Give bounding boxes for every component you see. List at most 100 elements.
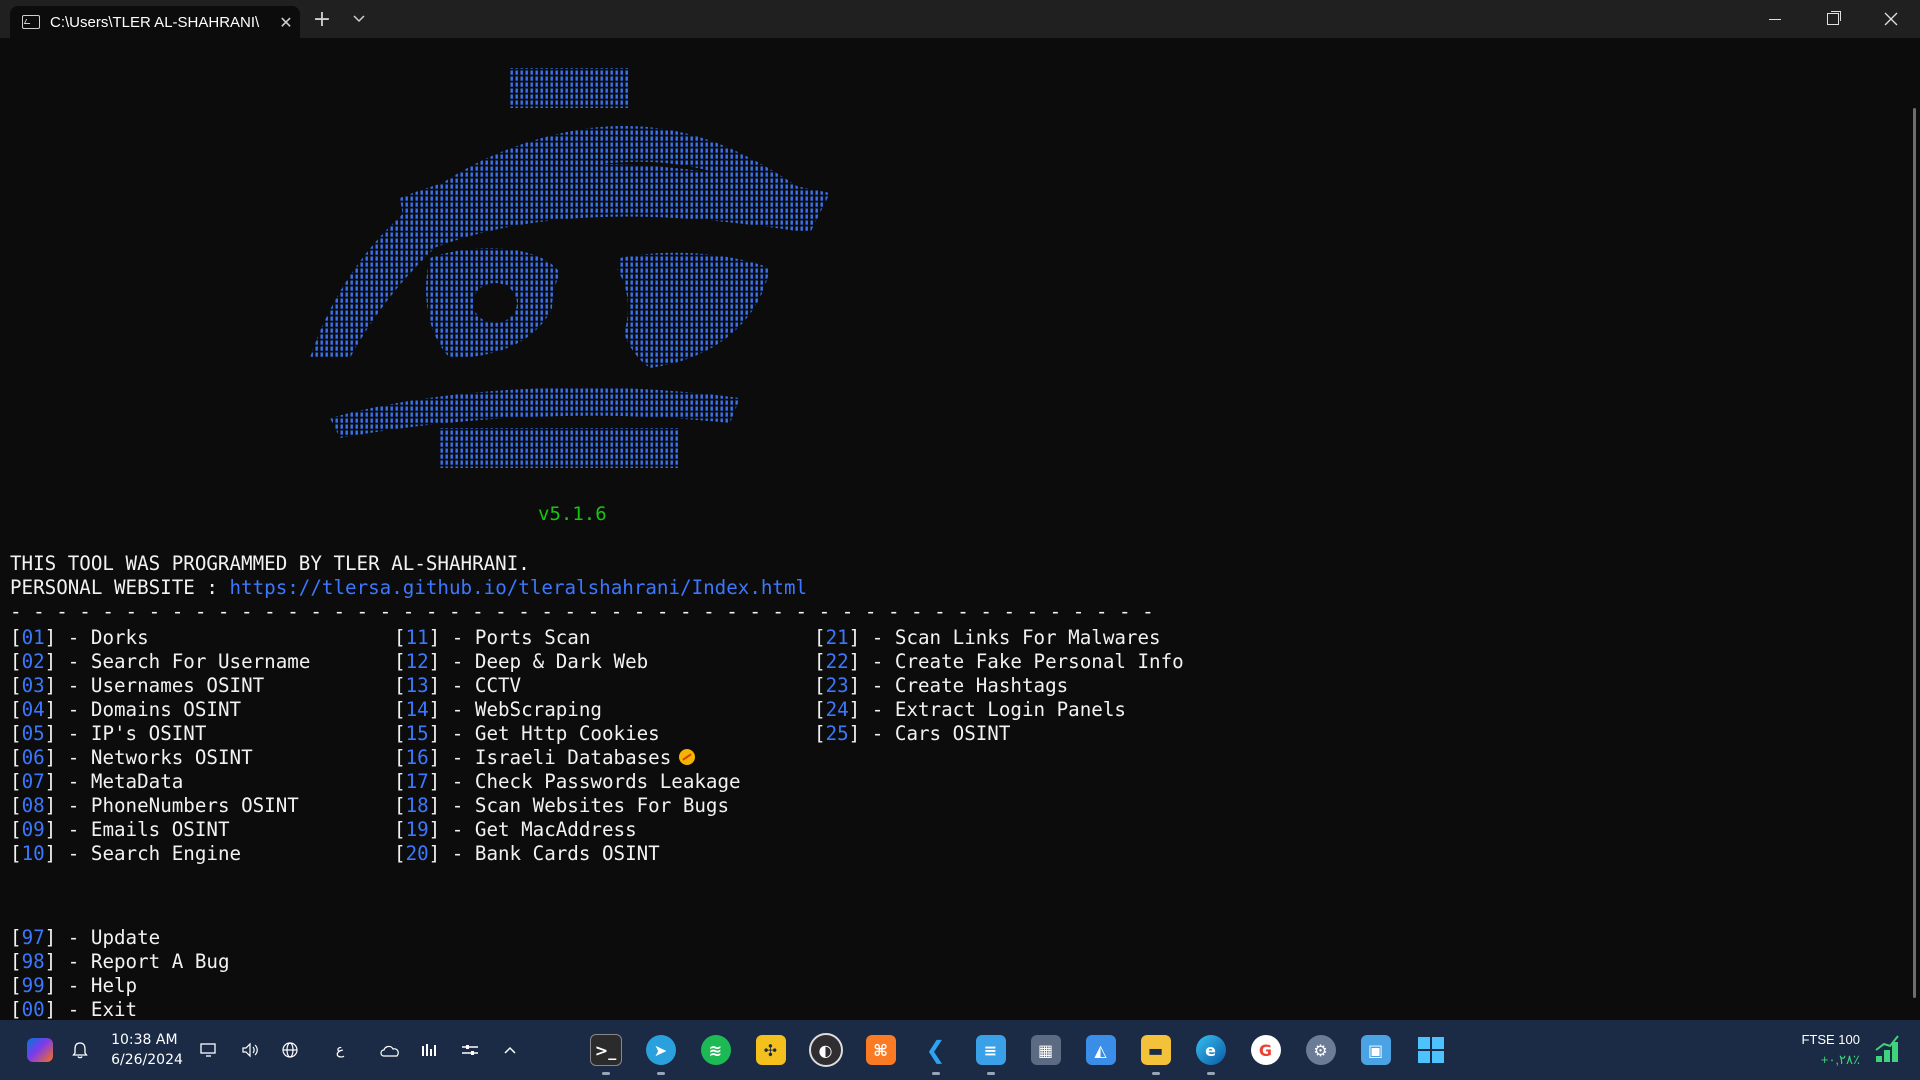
bracket: [ <box>10 650 22 673</box>
tab-dropdown-button[interactable] <box>344 0 374 38</box>
network-globe-icon[interactable] <box>270 1020 310 1080</box>
menu-item[interactable]: [14] - WebScraping <box>394 698 741 722</box>
menu-item-number: 06 <box>21 746 45 769</box>
menu-item[interactable]: [07] - MetaData <box>10 770 310 794</box>
divider-line: - - - - - - - - - - - - - - - - - - - - … <box>10 600 1154 623</box>
menu-item-label: - Ports Scan <box>440 626 591 649</box>
menu-item-label: - Israeli Databases <box>440 746 672 769</box>
bracket: [ <box>10 842 22 865</box>
volume-icon[interactable] <box>230 1020 270 1080</box>
menu-item[interactable]: [98] - Report A Bug <box>10 950 230 974</box>
bracket: ] <box>428 770 441 793</box>
xmind-app-icon[interactable]: ✣ <box>743 1020 798 1080</box>
menu-item[interactable]: [25] - Cars OSINT <box>814 722 1184 746</box>
menu-item[interactable]: [22] - Create Fake Personal Info <box>814 650 1184 674</box>
menu-item[interactable]: [99] - Help <box>10 974 230 998</box>
clock[interactable]: 10:38 AM 6/26/2024 <box>100 1020 190 1080</box>
menu-item[interactable]: [13] - CCTV <box>394 674 741 698</box>
menu-item-number: 13 <box>405 674 429 697</box>
menu-item[interactable]: [00] - Exit <box>10 998 230 1022</box>
widgets-icon[interactable] <box>20 1020 60 1080</box>
version-label: v5.1.6 <box>538 503 607 525</box>
terminal-app-icon[interactable]: >_ <box>578 1020 633 1080</box>
settings-app-icon[interactable]: ⚙ <box>1293 1020 1348 1080</box>
menu-item[interactable]: [03] - Usernames OSINT <box>10 674 310 698</box>
menu-item[interactable]: [23] - Create Hashtags <box>814 674 1184 698</box>
clock-date: 6/26/2024 <box>111 1052 183 1068</box>
stock-widget[interactable]: FTSE 100 +٠,٢٨٪ <box>1801 1030 1860 1070</box>
menu-item[interactable]: [20] - Bank Cards OSINT <box>394 842 741 866</box>
menu-item[interactable]: [19] - Get MacAddress <box>394 818 741 842</box>
close-tab-icon[interactable]: ✕ <box>272 13 300 32</box>
maximize-button[interactable] <box>1804 0 1862 38</box>
start-button[interactable] <box>1403 1020 1458 1080</box>
website-link[interactable]: https://tlersa.github.io/tleralshahrani/… <box>230 576 808 599</box>
menu-item[interactable]: [97] - Update <box>10 926 230 950</box>
bracket: [ <box>10 746 22 769</box>
menu-item-number: 18 <box>405 794 429 817</box>
menu-item[interactable]: [15] - Get Http Cookies <box>394 722 741 746</box>
menu-item[interactable]: [24] - Extract Login Panels <box>814 698 1184 722</box>
bracket: ] <box>44 794 57 817</box>
new-tab-button[interactable]: + <box>300 0 344 38</box>
menu-item[interactable]: [16] - Israeli Databases <box>394 746 741 770</box>
bracket: ] <box>428 818 441 841</box>
title-bar: C:\Users\TLER AL-SHAHRANI\ ✕ + <box>0 0 1920 38</box>
bracket: [ <box>394 650 406 673</box>
chevron-up-icon[interactable] <box>490 1020 530 1080</box>
performance-icon[interactable] <box>410 1020 450 1080</box>
menu-item-label: - Get Http Cookies <box>440 722 660 745</box>
file-explorer-app-icon[interactable]: ▬ <box>1128 1020 1183 1080</box>
notepad-app-icon[interactable]: ≡ <box>963 1020 1018 1080</box>
photos-app-icon[interactable]: ◭ <box>1073 1020 1128 1080</box>
bracket: [ <box>394 794 406 817</box>
menu-item-label: - Bank Cards OSINT <box>440 842 660 865</box>
onedrive-icon[interactable] <box>370 1020 410 1080</box>
bracket: ] <box>428 626 441 649</box>
menu-item[interactable]: [01] - Dorks <box>10 626 310 650</box>
bracket: [ <box>10 722 22 745</box>
menu-item-number: 20 <box>405 842 429 865</box>
bracket: ] <box>44 626 57 649</box>
notification-bell-icon[interactable] <box>60 1020 100 1080</box>
menu-item-label: - Get MacAddress <box>440 818 637 841</box>
menu-item-number: 01 <box>21 626 45 649</box>
menu-item[interactable]: [02] - Search For Username <box>10 650 310 674</box>
sliders-icon[interactable] <box>450 1020 490 1080</box>
spotify-app-icon[interactable]: ≋ <box>688 1020 743 1080</box>
control-panel-app-icon[interactable]: ▣ <box>1348 1020 1403 1080</box>
menu-item[interactable]: [10] - Search Engine <box>10 842 310 866</box>
bracket: [ <box>10 926 22 949</box>
google-app-icon[interactable]: G <box>1238 1020 1293 1080</box>
stock-change: +٠,٢٨٪ <box>1820 1052 1860 1067</box>
menu-item-number: 24 <box>825 698 849 721</box>
menu-item[interactable]: [21] - Scan Links For Malwares <box>814 626 1184 650</box>
calculator-app-icon[interactable]: ▦ <box>1018 1020 1073 1080</box>
terminal-area[interactable]: v5.1.6 THIS TOOL WAS PROGRAMMED BY TLER … <box>0 38 1920 1045</box>
menu-item[interactable]: [06] - Networks OSINT <box>10 746 310 770</box>
menu-item[interactable]: [17] - Check Passwords Leakage <box>394 770 741 794</box>
telegram-app-icon[interactable]: ➤ <box>633 1020 688 1080</box>
menu-item-number: 10 <box>21 842 45 865</box>
terminal-tab[interactable]: C:\Users\TLER AL-SHAHRANI\ ✕ <box>10 6 300 38</box>
menu-item[interactable]: [11] - Ports Scan <box>394 626 741 650</box>
menu-item-label: - PhoneNumbers OSINT <box>56 794 299 817</box>
vscode-app-icon[interactable]: ❮ <box>908 1020 963 1080</box>
obs-app-icon[interactable]: ◐ <box>798 1020 853 1080</box>
edge-app-icon[interactable]: e <box>1183 1020 1238 1080</box>
scrollbar[interactable] <box>1913 108 1916 998</box>
menu-item[interactable]: [18] - Scan Websites For Bugs <box>394 794 741 818</box>
language-indicator[interactable]: ع <box>320 1020 360 1080</box>
menu-item[interactable]: [12] - Deep & Dark Web <box>394 650 741 674</box>
minimize-button[interactable] <box>1746 0 1804 38</box>
close-window-button[interactable] <box>1862 0 1920 38</box>
menu-item[interactable]: [04] - Domains OSINT <box>10 698 310 722</box>
menu-item-label: - Usernames OSINT <box>56 674 265 697</box>
display-icon[interactable] <box>190 1020 230 1080</box>
menu-item[interactable]: [08] - PhoneNumbers OSINT <box>10 794 310 818</box>
menu-item[interactable]: [09] - Emails OSINT <box>10 818 310 842</box>
xampp-app-icon[interactable]: ⌘ <box>853 1020 908 1080</box>
bracket: ] <box>428 722 441 745</box>
menu-item-label: - Report A Bug <box>56 950 230 973</box>
menu-item[interactable]: [05] - IP's OSINT <box>10 722 310 746</box>
